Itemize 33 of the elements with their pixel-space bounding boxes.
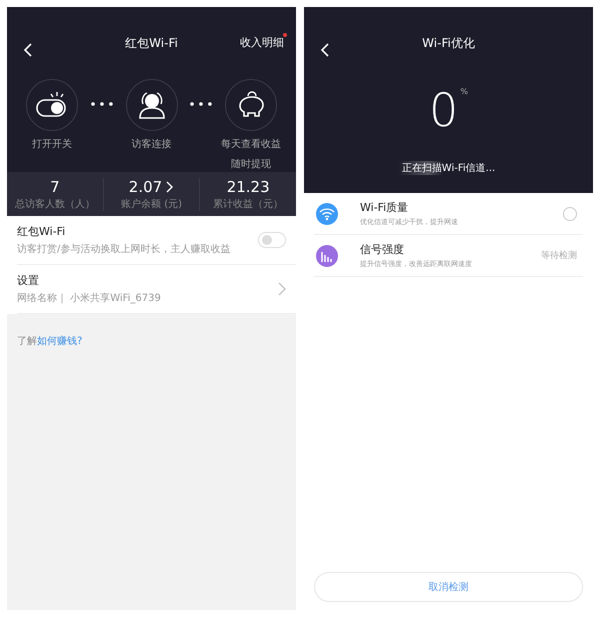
network-name: 小米共享WiFi_6739: [70, 293, 161, 304]
row-title: 红包Wi-Fi: [17, 224, 66, 239]
step-label: 随时提现: [231, 159, 272, 171]
status-text: 等待检测: [541, 250, 577, 262]
row-subtitle: 访客打赏/参与活动换取上网时长，主人赚取收益: [17, 242, 232, 256]
stat-label: 累计收益（元）: [212, 198, 284, 210]
item-title: Wi-Fi质量: [360, 200, 410, 215]
radio-button[interactable]: [563, 206, 577, 220]
item-title: 信号强度: [360, 242, 405, 257]
dots-icon: [190, 102, 212, 106]
page-title: 红包Wi-Fi: [125, 34, 178, 52]
row-title: 设置: [17, 273, 40, 288]
stat-value: 2.07: [128, 178, 162, 196]
step-label: 访客连接: [132, 139, 172, 151]
cancel-button[interactable]: 取消检测: [314, 572, 583, 602]
earn-link[interactable]: 如何赚钱?: [37, 336, 82, 347]
progress-percent: 0: [429, 87, 458, 133]
step-label: 打开开关: [32, 139, 72, 151]
step-label: 每天查看收益: [221, 139, 282, 151]
field-label: 网络名称｜: [17, 293, 67, 304]
stat-value: 7: [50, 178, 60, 196]
percent-unit: %: [460, 87, 468, 98]
stat-label: 总访客人数（人）: [14, 198, 96, 210]
toggle-switch[interactable]: [258, 232, 286, 248]
income-link[interactable]: 收入明细: [240, 35, 284, 50]
page-title: Wi-Fi优化: [422, 34, 475, 52]
back-icon[interactable]: [320, 43, 330, 57]
help-text: 了解如何赚钱?: [17, 334, 84, 348]
switch-icon: [34, 90, 69, 120]
dots-icon: [90, 102, 113, 106]
back-icon[interactable]: [23, 43, 33, 57]
stat-label: 账户余额 (元): [120, 198, 183, 210]
stat-value: 21.23: [226, 178, 270, 196]
